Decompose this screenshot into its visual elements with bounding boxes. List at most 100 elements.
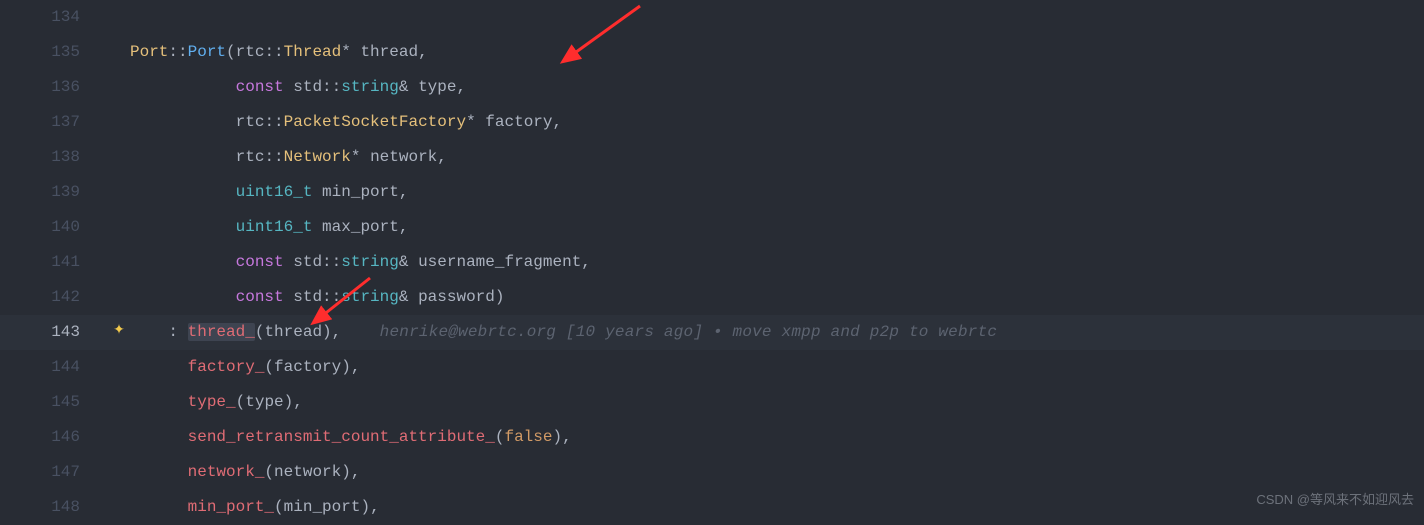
token: factory — [274, 358, 341, 376]
token: , — [437, 148, 447, 166]
token: :: — [322, 253, 341, 271]
token: type — [245, 393, 283, 411]
token: & — [399, 253, 418, 271]
code-line[interactable]: 140 uint16_t max_port, — [0, 210, 1424, 245]
code-line[interactable]: 143✦ : thread_(thread), henrike@webrtc.o… — [0, 315, 1424, 350]
code-content[interactable]: uint16_t min_port, — [130, 175, 408, 210]
gutter-icon — [108, 350, 130, 385]
token: , — [293, 393, 303, 411]
code-content[interactable]: uint16_t max_port, — [130, 210, 408, 245]
line-number: 136 — [0, 70, 108, 105]
token: ( — [274, 498, 284, 516]
token: :: — [168, 43, 187, 61]
token: : — [168, 323, 187, 341]
gutter-icon — [108, 140, 130, 175]
code-line[interactable]: 135Port::Port(rtc::Thread* thread, — [0, 35, 1424, 70]
gutter-icon — [108, 245, 130, 280]
token: const — [236, 78, 294, 96]
code-content[interactable]: send_retransmit_count_attribute_(false), — [130, 420, 572, 455]
code-line[interactable]: 144 factory_(factory), — [0, 350, 1424, 385]
token: , — [562, 428, 572, 446]
token: ( — [226, 43, 236, 61]
token: , — [399, 218, 409, 236]
line-number: 148 — [0, 490, 108, 525]
gutter-icon — [108, 210, 130, 245]
token: * — [351, 148, 370, 166]
token: henrike@webrtc.org [10 years ago] • move… — [380, 323, 998, 341]
token: max_port — [322, 218, 399, 236]
indent-guide — [130, 148, 236, 166]
code-content[interactable]: network_(network), — [130, 455, 360, 490]
code-content[interactable]: factory_(factory), — [130, 350, 360, 385]
code-line[interactable]: 142 const std::string& password) — [0, 280, 1424, 315]
gutter-icon — [108, 455, 130, 490]
token: factory — [485, 113, 552, 131]
code-content[interactable]: type_(type), — [130, 385, 303, 420]
code-content[interactable]: const std::string& username_fragment, — [130, 245, 591, 280]
token: thread_ — [188, 323, 255, 341]
token: std — [293, 78, 322, 96]
code-content[interactable]: rtc::Network* network, — [130, 140, 447, 175]
code-line[interactable]: 134 — [0, 0, 1424, 35]
gutter-icon — [108, 175, 130, 210]
gutter-icon — [108, 70, 130, 105]
token: :: — [322, 288, 341, 306]
token: ) — [495, 288, 505, 306]
code-line[interactable]: 146 send_retransmit_count_attribute_(fal… — [0, 420, 1424, 455]
code-content[interactable]: : thread_(thread), henrike@webrtc.org [1… — [130, 315, 997, 350]
token: min_port — [284, 498, 361, 516]
token: * — [466, 113, 485, 131]
token: , — [370, 498, 380, 516]
code-line[interactable]: 147 network_(network), — [0, 455, 1424, 490]
code-content[interactable]: const std::string& type, — [130, 70, 466, 105]
code-line[interactable]: 145 type_(type), — [0, 385, 1424, 420]
token: string — [341, 78, 399, 96]
code-line[interactable]: 136 const std::string& type, — [0, 70, 1424, 105]
line-number: 137 — [0, 105, 108, 140]
token: Network — [284, 148, 351, 166]
code-line[interactable]: 148 min_port_(min_port), — [0, 490, 1424, 525]
token: ( — [236, 393, 246, 411]
token: Port — [188, 43, 226, 61]
token: ) — [341, 463, 351, 481]
token: min_port_ — [188, 498, 274, 516]
code-line[interactable]: 139 uint16_t min_port, — [0, 175, 1424, 210]
code-editor[interactable]: 134135Port::Port(rtc::Thread* thread,136… — [0, 0, 1424, 525]
code-content[interactable]: rtc::PacketSocketFactory* factory, — [130, 105, 562, 140]
token: , — [351, 358, 361, 376]
code-line[interactable]: 141 const std::string& username_fragment… — [0, 245, 1424, 280]
token: std — [293, 253, 322, 271]
indent-guide — [130, 113, 236, 131]
gutter-icon — [108, 490, 130, 525]
token: ) — [552, 428, 562, 446]
token: , — [332, 323, 342, 341]
token: PacketSocketFactory — [284, 113, 466, 131]
token: const — [236, 288, 294, 306]
token: ( — [264, 463, 274, 481]
token: network — [370, 148, 437, 166]
token: , — [553, 113, 563, 131]
gutter-icon — [108, 105, 130, 140]
line-number: 141 — [0, 245, 108, 280]
indent-guide — [130, 393, 188, 411]
code-content[interactable]: min_port_(min_port), — [130, 490, 380, 525]
code-content[interactable]: Port::Port(rtc::Thread* thread, — [130, 35, 428, 70]
token: Port — [130, 43, 168, 61]
code-line[interactable]: 137 rtc::PacketSocketFactory* factory, — [0, 105, 1424, 140]
token: ) — [341, 358, 351, 376]
token: uint16_t — [236, 183, 322, 201]
code-content[interactable]: const std::string& password) — [130, 280, 504, 315]
line-number: 144 — [0, 350, 108, 385]
token: :: — [264, 148, 283, 166]
token: , — [581, 253, 591, 271]
token: thread — [360, 43, 418, 61]
token: min_port — [322, 183, 399, 201]
token: ( — [264, 358, 274, 376]
indent-guide — [130, 428, 188, 446]
code-line[interactable]: 138 rtc::Network* network, — [0, 140, 1424, 175]
token: string — [341, 288, 399, 306]
token: type — [418, 78, 456, 96]
token: & — [399, 78, 418, 96]
token: string — [341, 253, 399, 271]
line-number: 143 — [0, 315, 108, 350]
